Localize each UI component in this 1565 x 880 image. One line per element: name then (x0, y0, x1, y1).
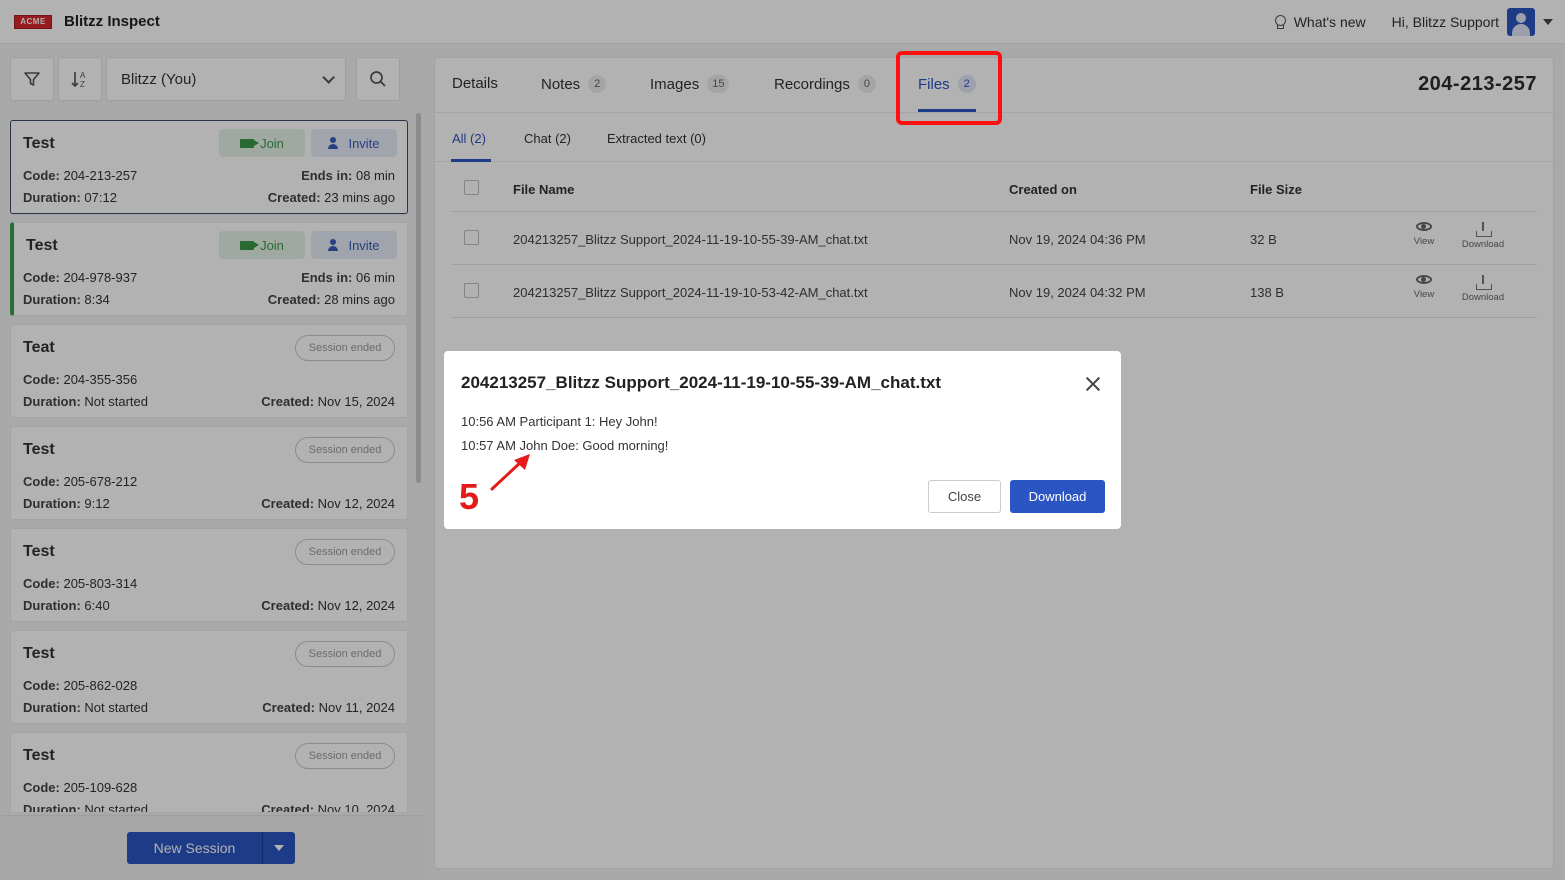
annotation-highlight-box (896, 51, 1002, 125)
modal-title: 204213257_Blitzz Support_2024-11-19-10-5… (461, 373, 942, 392)
close-button[interactable]: Close (928, 480, 1001, 513)
chat-message: 10:56 AM Participant 1: Hey John! (461, 414, 658, 429)
app-root: ACME Blitzz Inspect What's new Hi, Blitz… (0, 0, 1565, 880)
annotation-arrow-icon (490, 454, 530, 491)
annotation-step-number: 5 (459, 476, 480, 517)
download-button[interactable]: Download (1010, 480, 1105, 513)
close-icon[interactable] (1084, 375, 1102, 393)
file-preview-modal: 204213257_Blitzz Support_2024-11-19-10-5… (444, 351, 1121, 529)
